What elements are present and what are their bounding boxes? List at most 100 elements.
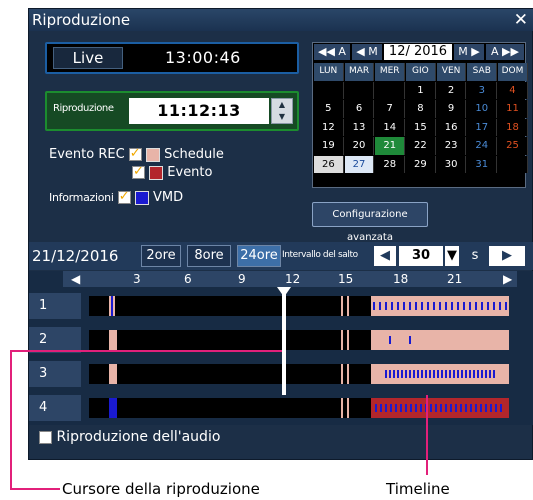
calendar-grid: LUN MAR MER GIO VEN SAB DOM 1 2 3 4 5 6 7 8 9 10 11 12 13 14… [314,63,528,173]
calendar-day[interactable]: 5 [314,100,344,118]
calendar-weekday: DOM [498,63,528,81]
live-time: 13:00:46 [165,48,241,67]
timeline-row: 4 [29,395,533,421]
calendar-day[interactable]: 2 [436,81,467,99]
calendar-weekday: LUN [314,63,344,81]
calendar-day[interactable]: 26 [314,155,344,173]
calendar-day[interactable]: 27 [344,155,375,173]
calendar-day[interactable]: 30 [436,155,467,173]
event-rec-label: Evento REC [49,147,125,162]
calendar-day[interactable]: 16 [436,118,467,136]
vmd-label: VMD [153,190,184,205]
scale-right-icon[interactable]: ▶ [503,271,512,287]
calendar-day[interactable]: 22 [406,137,436,155]
calendar-day[interactable]: 11 [498,100,528,118]
calendar-day[interactable]: 15 [406,118,436,136]
time-spinner: ▲ ▼ [271,98,293,124]
calendar-weekday: VEN [436,63,467,81]
timeline-row: 3 [29,361,533,387]
calendar-day[interactable] [314,81,344,99]
calendar-day[interactable]: 24 [467,137,498,155]
calendar-day[interactable]: 25 [498,137,528,155]
live-panel: Live 13:00:46 [45,42,299,74]
calendar-day[interactable]: 20 [344,137,375,155]
timeline-scale: ◀ 3 6 9 12 15 18 21 ▶ [63,271,517,287]
skip-forward-icon[interactable]: ▶ [489,246,525,266]
prev-year-button[interactable]: ◀◀ A [314,44,350,60]
tick-label: 3 [133,272,141,286]
playback-cursor[interactable] [282,293,286,395]
calendar-day[interactable]: 9 [436,100,467,118]
audio-toggle[interactable]: Riproduzione dell'audio [39,429,220,445]
evento-label: Evento [167,165,213,180]
interval-input[interactable]: 30 [399,246,443,266]
cursor-callout: Cursore della riproduzione [62,480,260,498]
row-track[interactable] [89,398,509,418]
window-titlebar: Riproduzione ✕ [29,9,533,31]
evento-checkbox[interactable] [132,164,145,179]
calendar-day[interactable]: 18 [498,118,528,136]
calendar-weekday: GIO [406,63,436,81]
calendar-day[interactable]: 31 [467,155,498,173]
calendar-weekday: SAB [467,63,498,81]
audio-checkbox[interactable] [39,430,52,444]
row-track[interactable] [89,296,509,316]
calendar-day[interactable]: 3 [467,81,498,99]
calendar-day[interactable]: 14 [375,118,406,136]
close-icon[interactable]: ✕ [514,10,528,30]
calendar-day[interactable]: 23 [436,137,467,155]
calendar-day[interactable] [498,155,528,173]
info-label: Informazioni [49,191,114,204]
calendar-day[interactable]: 12 [314,118,344,136]
calendar-weekday: MAR [344,63,375,81]
calendar-day[interactable]: 17 [467,118,498,136]
calendar-day[interactable]: 7 [375,100,406,118]
timeline: ◀ 3 6 9 12 15 18 21 ▶ 1 2 3 4 [29,271,533,425]
interval-unit: s [471,248,479,263]
calendar-day[interactable]: 1 [406,81,436,99]
row-track[interactable] [89,330,509,350]
callout-line [426,395,428,475]
range-8h-button[interactable]: 8ore [187,245,231,267]
range-24h-button[interactable]: 24ore [237,245,281,267]
calendar-day[interactable] [344,81,375,99]
row-label: 1 [29,293,81,319]
calendar-day[interactable]: 29 [406,155,436,173]
vmd-checkbox[interactable] [117,189,131,204]
calendar-day[interactable]: 21 [375,137,406,155]
next-month-button[interactable]: M ▶ [454,44,484,60]
range-2h-button[interactable]: 2ore [141,245,181,267]
tick-label: 18 [393,272,409,286]
calendar-day[interactable]: 4 [498,81,528,99]
live-button[interactable]: Live [53,47,123,69]
audio-label: Riproduzione dell'audio [56,429,221,445]
calendar-day[interactable]: 19 [314,137,344,155]
scale-left-icon[interactable]: ◀ [71,271,80,287]
callout-line [10,488,60,490]
playback-time-input[interactable]: 11:12:13 [129,98,269,124]
timeline-callout: Timeline [386,480,450,498]
skip-back-icon[interactable]: ◀ [374,246,396,266]
playback-window: Riproduzione ✕ Live 13:00:46 Riproduzion… [28,8,533,460]
interval-dropdown-icon[interactable]: ▼ [445,246,459,266]
calendar-day[interactable]: 28 [375,155,406,173]
callout-line [10,350,282,352]
advanced-config-button[interactable]: Configurazione avanzata [312,202,428,243]
tick-label: 9 [238,272,246,286]
timeline-toolbar: 21/12/2016 2ore 8ore 24ore Intervallo de… [29,242,533,270]
playback-label: Riproduzione [53,103,114,114]
calendar-day[interactable]: 8 [406,100,436,118]
spin-down-icon[interactable]: ▼ [272,111,292,123]
playback-panel: Riproduzione 11:12:13 ▲ ▼ [45,91,299,131]
calendar-day[interactable]: 6 [344,100,375,118]
next-year-button[interactable]: A ▶▶ [486,44,524,60]
schedule-checkbox[interactable] [128,146,142,161]
prev-month-button[interactable]: ◀ M [352,44,382,60]
calendar-day[interactable] [375,81,406,99]
calendar-day[interactable]: 10 [467,100,498,118]
row-track[interactable] [89,364,509,384]
calendar-day[interactable]: 13 [344,118,375,136]
evento-swatch [149,165,164,180]
info-legend: Informazioni VMD [49,189,184,205]
spin-up-icon[interactable]: ▲ [272,99,292,111]
